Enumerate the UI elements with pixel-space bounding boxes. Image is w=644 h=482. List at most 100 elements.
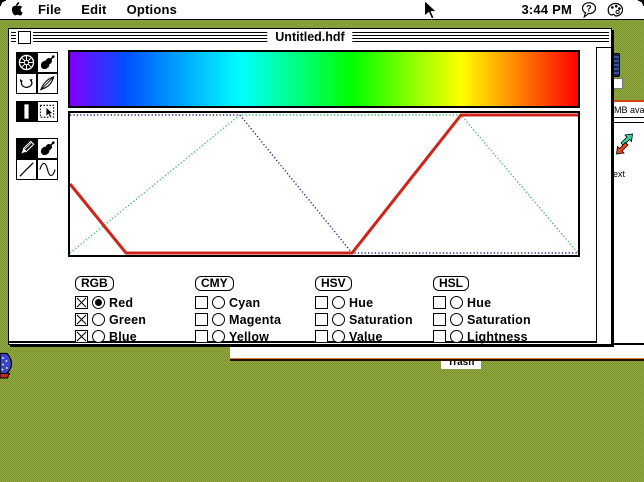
hsl-lightness-checkbox[interactable] [433,330,446,343]
red-radio[interactable] [92,296,105,309]
hsv-value-checkbox[interactable] [315,330,328,343]
curve-plot [68,113,579,255]
disk-icon[interactable] [0,351,18,383]
marquee-arrow-icon [39,104,55,118]
mini-desktop-icon-label [611,78,623,89]
background-window-bottom-edge[interactable] [230,345,644,361]
channel-label: Red [109,295,134,310]
channel-label: Value [349,329,383,344]
group-cmy: CMY Cyan Magenta Yellow [195,274,315,344]
channel-row-hue: Hue [315,295,435,310]
menu-item-edit[interactable]: Edit [71,0,116,19]
cyan-checkbox[interactable] [195,296,208,309]
menu-bar: File Edit Options 3:44 PM ? [0,0,644,20]
hsv-saturation-checkbox[interactable] [315,313,328,326]
hsl-saturation-radio[interactable] [450,313,463,326]
editor-pane: RGB Red Green Blue CMY Cyan Magenta Yell… [9,47,597,344]
line-tool[interactable] [16,159,37,180]
mini-desktop-icon[interactable] [611,53,620,77]
application-menu-icon[interactable] [607,2,624,18]
pencil-tool[interactable] [16,138,37,159]
file-icon-label: ext [613,169,626,179]
curve-graph[interactable] [68,111,580,257]
blue-curve [70,114,578,254]
svg-text:?: ? [586,3,592,13]
channel-row-green: Green [75,312,195,327]
hsv-hue-checkbox[interactable] [315,296,328,309]
group-label: HSL [433,276,469,291]
palette-gradient-fill [70,52,578,106]
hsv-saturation-radio[interactable] [332,313,345,326]
palette-gradient-bar[interactable] [68,50,580,108]
red-curve [68,113,578,255]
violin2-tool[interactable] [37,138,58,159]
green-radio[interactable] [92,313,105,326]
violin-icon [40,55,55,70]
hsl-lightness-radio[interactable] [450,330,463,343]
hsv-hue-radio[interactable] [332,296,345,309]
paledit-window[interactable]: Untitled.hdf RGB Red Green Blue CMY Cyan… [8,28,612,345]
arrows-file-icon[interactable] [615,131,639,158]
channel-label: Magenta [229,312,282,327]
group-hsv: HSV Hue Saturation Value [315,274,435,344]
red-checkbox[interactable] [75,296,88,309]
channel-label: Hue [349,295,374,310]
background-window-border [230,358,644,359]
cycle-arrows-tool[interactable] [16,73,37,94]
menu-item-options[interactable]: Options [117,0,188,19]
violin-tool[interactable] [37,52,58,73]
menu-item-file[interactable]: File [28,0,71,19]
menu-clock: 3:44 PM [521,2,572,17]
hsl-saturation-checkbox[interactable] [433,313,446,326]
cycle-arrows-icon [19,78,33,88]
mouse-cursor-icon [424,0,438,20]
hsl-hue-radio[interactable] [450,296,463,309]
violin2-icon [40,141,55,156]
window-title: Untitled.hdf [267,29,353,46]
magenta-checkbox[interactable] [195,313,208,326]
feather-tool[interactable] [37,73,58,94]
blue-radio[interactable] [92,330,105,343]
balloon-help-icon[interactable]: ? [581,1,598,18]
channel-row-cyan: Cyan [195,295,315,310]
channel-label: Yellow [229,329,270,344]
group-label: HSV [315,276,352,291]
tool-group-bottom [16,138,58,180]
channel-row-lightness: Lightness [433,329,553,344]
apple-menu-icon[interactable] [10,2,24,17]
vertical-bar-icon [24,104,29,119]
channel-label: Saturation [349,312,413,327]
channel-row-magenta: Magenta [195,312,315,327]
green-checkbox[interactable] [75,313,88,326]
blue-checkbox[interactable] [75,330,88,343]
channel-label: Cyan [229,295,261,310]
cyan-radio[interactable] [212,296,225,309]
sine-curve-tool[interactable] [37,159,58,180]
hsl-hue-checkbox[interactable] [433,296,446,309]
color-wheel-icon [18,54,35,71]
group-rgb: RGB Red Green Blue [75,274,195,344]
color-wheel-tool[interactable] [16,52,37,73]
channel-label: Saturation [467,312,531,327]
group-label: RGB [75,276,114,291]
channel-label: Blue [109,329,137,344]
channel-row-saturation2: Saturation [433,312,553,327]
title-bar[interactable]: Untitled.hdf [9,29,611,48]
channel-label: Lightness [467,329,528,344]
yellow-checkbox[interactable] [195,330,208,343]
marquee-arrow-tool[interactable] [37,101,58,122]
close-box[interactable] [18,31,31,44]
screen-corner-right [638,0,644,6]
channel-label: Green [109,312,147,327]
screen-corner-left [0,0,6,6]
yellow-radio[interactable] [212,330,225,343]
header-divider [613,117,644,123]
tool-group-top [16,52,58,94]
magenta-radio[interactable] [212,313,225,326]
vertical-bar-tool[interactable] [16,101,37,122]
channel-row-blue: Blue [75,329,195,344]
pencil-icon [21,140,35,154]
hsv-value-radio[interactable] [332,330,345,343]
background-window-right-edge[interactable]: MB ava ext [613,100,644,345]
tool-group-middle [16,101,58,122]
